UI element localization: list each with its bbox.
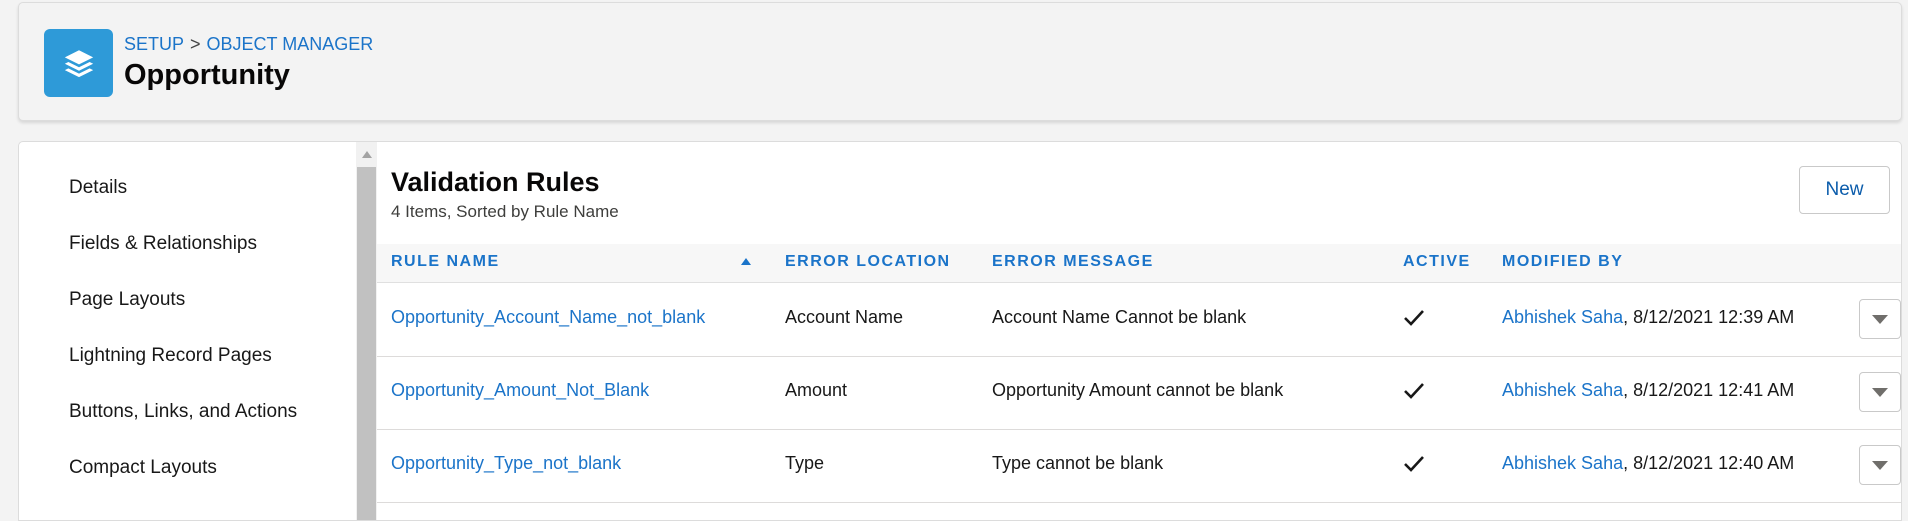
column-header-rule-name[interactable]: RULE NAME — [391, 253, 500, 271]
column-header-active[interactable]: ACTIVE — [1403, 253, 1471, 271]
row-actions-dropdown-button[interactable] — [1859, 299, 1901, 339]
breadcrumb-object-manager-link[interactable]: OBJECT MANAGER — [207, 34, 374, 54]
sort-ascending-icon[interactable] — [741, 258, 751, 265]
rule-name-link[interactable]: Opportunity_Amount_Not_Blank — [391, 380, 649, 400]
sidebar-nav: Details Fields & Relationships Page Layo… — [19, 142, 356, 520]
sidebar-scrollbar[interactable] — [356, 142, 377, 520]
object-header: SETUP > OBJECT MANAGER Opportunity — [18, 2, 1902, 121]
section-title: Validation Rules — [391, 167, 600, 197]
active-check-icon — [1404, 383, 1424, 399]
column-header-error-message[interactable]: ERROR MESSAGE — [992, 253, 1154, 271]
modified-by-date: , 8/12/2021 12:39 AM — [1623, 307, 1795, 327]
table-row: Opportunity_Type_not_blank Type Type can… — [377, 429, 1901, 503]
new-button[interactable]: New — [1799, 166, 1890, 214]
rule-name-link[interactable]: Opportunity_Account_Name_not_blank — [391, 307, 705, 327]
sidebar-item-details[interactable]: Details — [69, 177, 127, 199]
error-message-cell: Opportunity Amount cannot be blank — [992, 380, 1284, 400]
modified-by-user-link[interactable]: Abhishek Saha — [1502, 380, 1623, 400]
breadcrumb: SETUP > OBJECT MANAGER — [124, 34, 373, 55]
error-location-cell: Amount — [785, 380, 848, 400]
active-check-icon — [1404, 310, 1424, 326]
chevron-down-icon — [1872, 460, 1888, 470]
table-header: RULE NAME ERROR LOCATION ERROR MESSAGE A… — [377, 244, 1901, 283]
modified-by-date: , 8/12/2021 12:41 AM — [1623, 380, 1795, 400]
breadcrumb-separator: > — [190, 34, 201, 54]
layers-icon — [44, 29, 113, 97]
row-actions-dropdown-button[interactable] — [1859, 445, 1901, 485]
main-panel: Details Fields & Relationships Page Layo… — [18, 141, 1902, 521]
error-location-cell: Type — [785, 453, 825, 473]
item-count-subtitle: 4 Items, Sorted by Rule Name — [391, 202, 619, 221]
error-location-cell: Account Name — [785, 307, 904, 327]
error-message-cell: Account Name Cannot be blank — [992, 307, 1247, 327]
modified-by-user-link[interactable]: Abhishek Saha — [1502, 453, 1623, 473]
page-title: Opportunity — [124, 59, 290, 91]
column-header-error-location[interactable]: ERROR LOCATION — [785, 253, 951, 271]
sidebar-item-page-layouts[interactable]: Page Layouts — [69, 289, 185, 311]
sidebar-item-fields-relationships[interactable]: Fields & Relationships — [69, 233, 257, 255]
scroll-up-arrow-icon[interactable] — [362, 151, 372, 158]
breadcrumb-setup-link[interactable]: SETUP — [124, 34, 184, 54]
sidebar-item-compact-layouts[interactable]: Compact Layouts — [69, 457, 217, 479]
rule-name-link[interactable]: Opportunity_Type_not_blank — [391, 453, 621, 473]
row-actions-dropdown-button[interactable] — [1859, 372, 1901, 412]
error-message-cell: Type cannot be blank — [992, 453, 1164, 473]
sidebar-item-lightning-record-pages[interactable]: Lightning Record Pages — [69, 345, 272, 367]
chevron-down-icon — [1872, 314, 1888, 324]
column-header-modified-by[interactable]: MODIFIED BY — [1502, 253, 1623, 271]
table-row: Opportunity_Account_Name_not_blank Accou… — [377, 283, 1901, 357]
active-check-icon — [1404, 456, 1424, 472]
chevron-down-icon — [1872, 387, 1888, 397]
modified-by-date: , 8/12/2021 12:40 AM — [1623, 453, 1795, 473]
table-row: Opportunity_Amount_Not_Blank Amount Oppo… — [377, 356, 1901, 430]
sidebar-item-buttons-links-actions[interactable]: Buttons, Links, and Actions — [69, 401, 297, 423]
modified-by-user-link[interactable]: Abhishek Saha — [1502, 307, 1623, 327]
scrollbar-thumb[interactable] — [357, 167, 376, 520]
validation-rules-panel: Validation Rules 4 Items, Sorted by Rule… — [377, 142, 1901, 520]
